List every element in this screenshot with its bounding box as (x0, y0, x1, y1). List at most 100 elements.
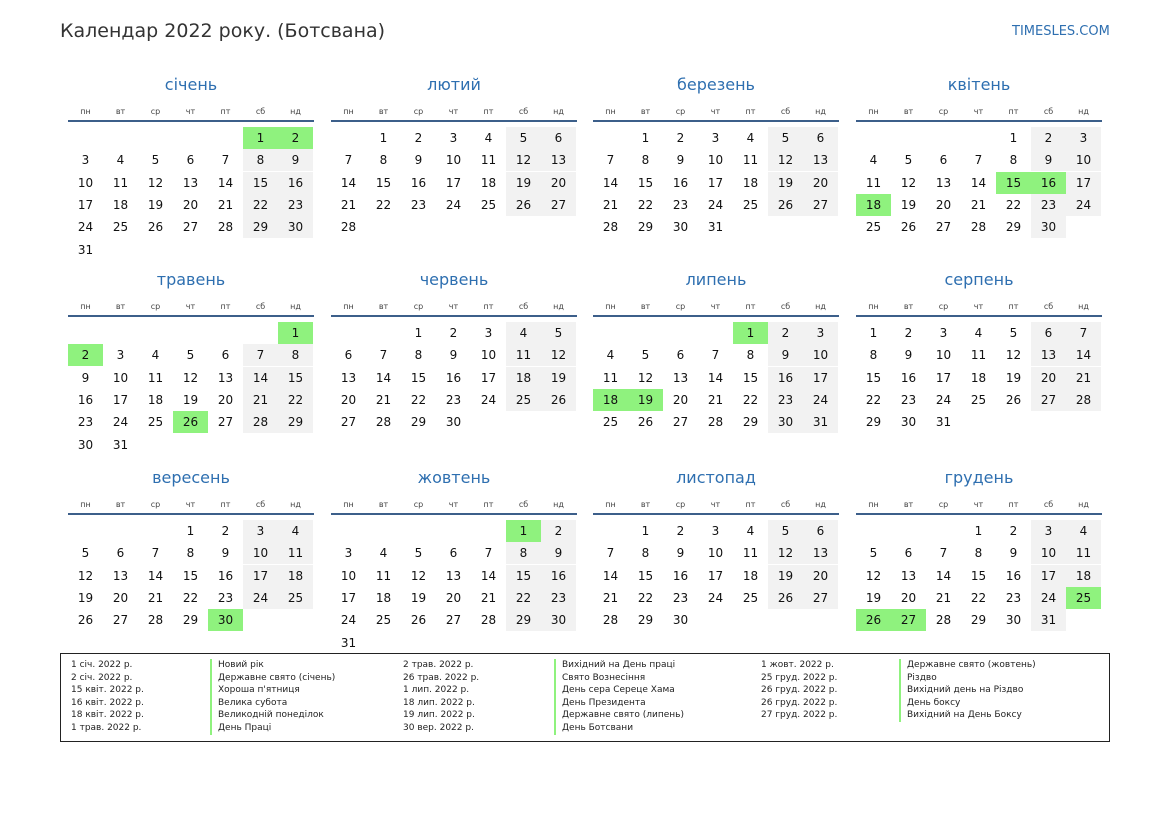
day-cell: 31 (707, 220, 724, 235)
legend-date: 16 квіт. 2022 р. (71, 697, 144, 708)
weekday-header: вт (903, 500, 914, 509)
day-cell: 7 (221, 153, 230, 168)
day-cell: 29 (506, 609, 541, 632)
day-cell: 14 (243, 366, 278, 389)
weekday-header: чт (185, 107, 196, 116)
day-cell: 15 (637, 568, 654, 583)
day-cell: 18 (375, 590, 392, 605)
day-cell: 3 (243, 520, 278, 542)
day-cell: 25 (278, 586, 313, 609)
site-link[interactable]: TIMESLES.COM (1012, 24, 1110, 39)
day-cell: 5 (641, 348, 650, 363)
day-cell: 21 (1066, 366, 1101, 389)
day-cell: 26 (768, 586, 803, 609)
weekday-header: ср (150, 107, 161, 116)
legend-holiday-name: День Праці (210, 721, 335, 735)
day-cell: 16 (900, 370, 917, 385)
weekday-header: ср (150, 500, 161, 509)
weekday-header: пт (483, 500, 494, 509)
header-rule (593, 315, 839, 317)
day-cell: 18 (147, 392, 164, 407)
day-cell: 20 (445, 590, 462, 605)
weekday-header: нд (1078, 302, 1089, 311)
weekday-header: пт (483, 107, 494, 116)
day-cell: 2 (1031, 127, 1066, 149)
day-cell: 23 (1005, 590, 1022, 605)
weekday-header: ср (675, 302, 686, 311)
day-cell: 28 (602, 220, 619, 235)
day-cell: 23 (900, 392, 917, 407)
day-cell: 31 (803, 411, 838, 434)
day-cell: 19 (768, 564, 803, 587)
day-cell: 7 (939, 546, 948, 561)
weekday-header: ср (675, 500, 686, 509)
day-cell: 10 (480, 348, 497, 363)
day-cell: 27 (340, 415, 357, 430)
legend-holiday-name: Вихідний на День Боксу (899, 709, 1036, 722)
holiday-day-cell: 26 (856, 609, 891, 632)
day-cell: 31 (340, 635, 357, 650)
holiday-day-cell: 15 (996, 171, 1031, 194)
day-cell: 8 (414, 348, 423, 363)
day-cell: 22 (637, 590, 654, 605)
day-cell: 30 (672, 220, 689, 235)
holiday-day-cell: 18 (593, 388, 628, 411)
day-cell: 9 (768, 344, 803, 367)
day-cell: 2 (449, 326, 458, 340)
weekday-header: чт (973, 302, 984, 311)
day-cell: 17 (480, 370, 497, 385)
day-cell: 7 (606, 546, 615, 561)
day-cell: 12 (147, 175, 164, 190)
day-cell: 8 (186, 546, 195, 561)
day-cell: 31 (935, 415, 952, 430)
day-cell: 15 (637, 175, 654, 190)
weekday-header: чт (710, 302, 721, 311)
day-cell: 7 (151, 546, 160, 561)
day-cell: 23 (445, 392, 462, 407)
day-cell: 25 (742, 590, 759, 605)
weekday-header: пт (1008, 302, 1019, 311)
day-cell: 16 (768, 366, 803, 389)
day-cell: 14 (602, 175, 619, 190)
day-cell: 7 (379, 348, 388, 363)
legend-date: 26 груд. 2022 р. (761, 685, 838, 696)
legend-date: 26 трав. 2022 р. (403, 672, 480, 683)
day-cell: 6 (939, 153, 948, 168)
weekday-header: вт (640, 500, 651, 509)
weekday-header: ср (675, 107, 686, 116)
day-cell: 24 (707, 590, 724, 605)
holiday-day-cell: 25 (1066, 586, 1101, 609)
day-cell: 29 (278, 411, 313, 434)
weekday-header: вт (640, 302, 651, 311)
day-cell: 15 (278, 366, 313, 389)
day-cell: 23 (672, 197, 689, 212)
day-cell: 14 (480, 568, 497, 583)
day-cell: 5 (768, 520, 803, 542)
weekday-header: пт (1008, 107, 1019, 116)
day-cell: 26 (506, 193, 541, 216)
day-cell: 28 (707, 415, 724, 430)
day-cell: 4 (379, 546, 388, 561)
day-cell: 13 (112, 568, 129, 583)
day-cell: 20 (1031, 366, 1066, 389)
day-cell: 11 (480, 153, 497, 168)
day-cell: 16 (278, 171, 313, 194)
day-cell: 7 (484, 546, 493, 561)
header-rule (68, 315, 314, 317)
month-name: серпень (944, 270, 1014, 289)
weekday-header: пн (343, 302, 354, 311)
weekday-header: нд (815, 302, 826, 311)
day-cell: 6 (344, 348, 353, 363)
day-cell: 13 (182, 175, 199, 190)
day-cell: 24 (1031, 586, 1066, 609)
day-cell: 30 (768, 411, 803, 434)
day-cell: 12 (182, 370, 199, 385)
weekday-header: ср (413, 500, 424, 509)
day-cell: 3 (1066, 127, 1101, 149)
day-cell: 16 (77, 392, 94, 407)
day-cell: 25 (506, 388, 541, 411)
day-cell: 6 (449, 546, 458, 561)
day-cell: 21 (340, 197, 357, 212)
day-cell: 22 (243, 193, 278, 216)
month-name: березень (677, 75, 755, 94)
